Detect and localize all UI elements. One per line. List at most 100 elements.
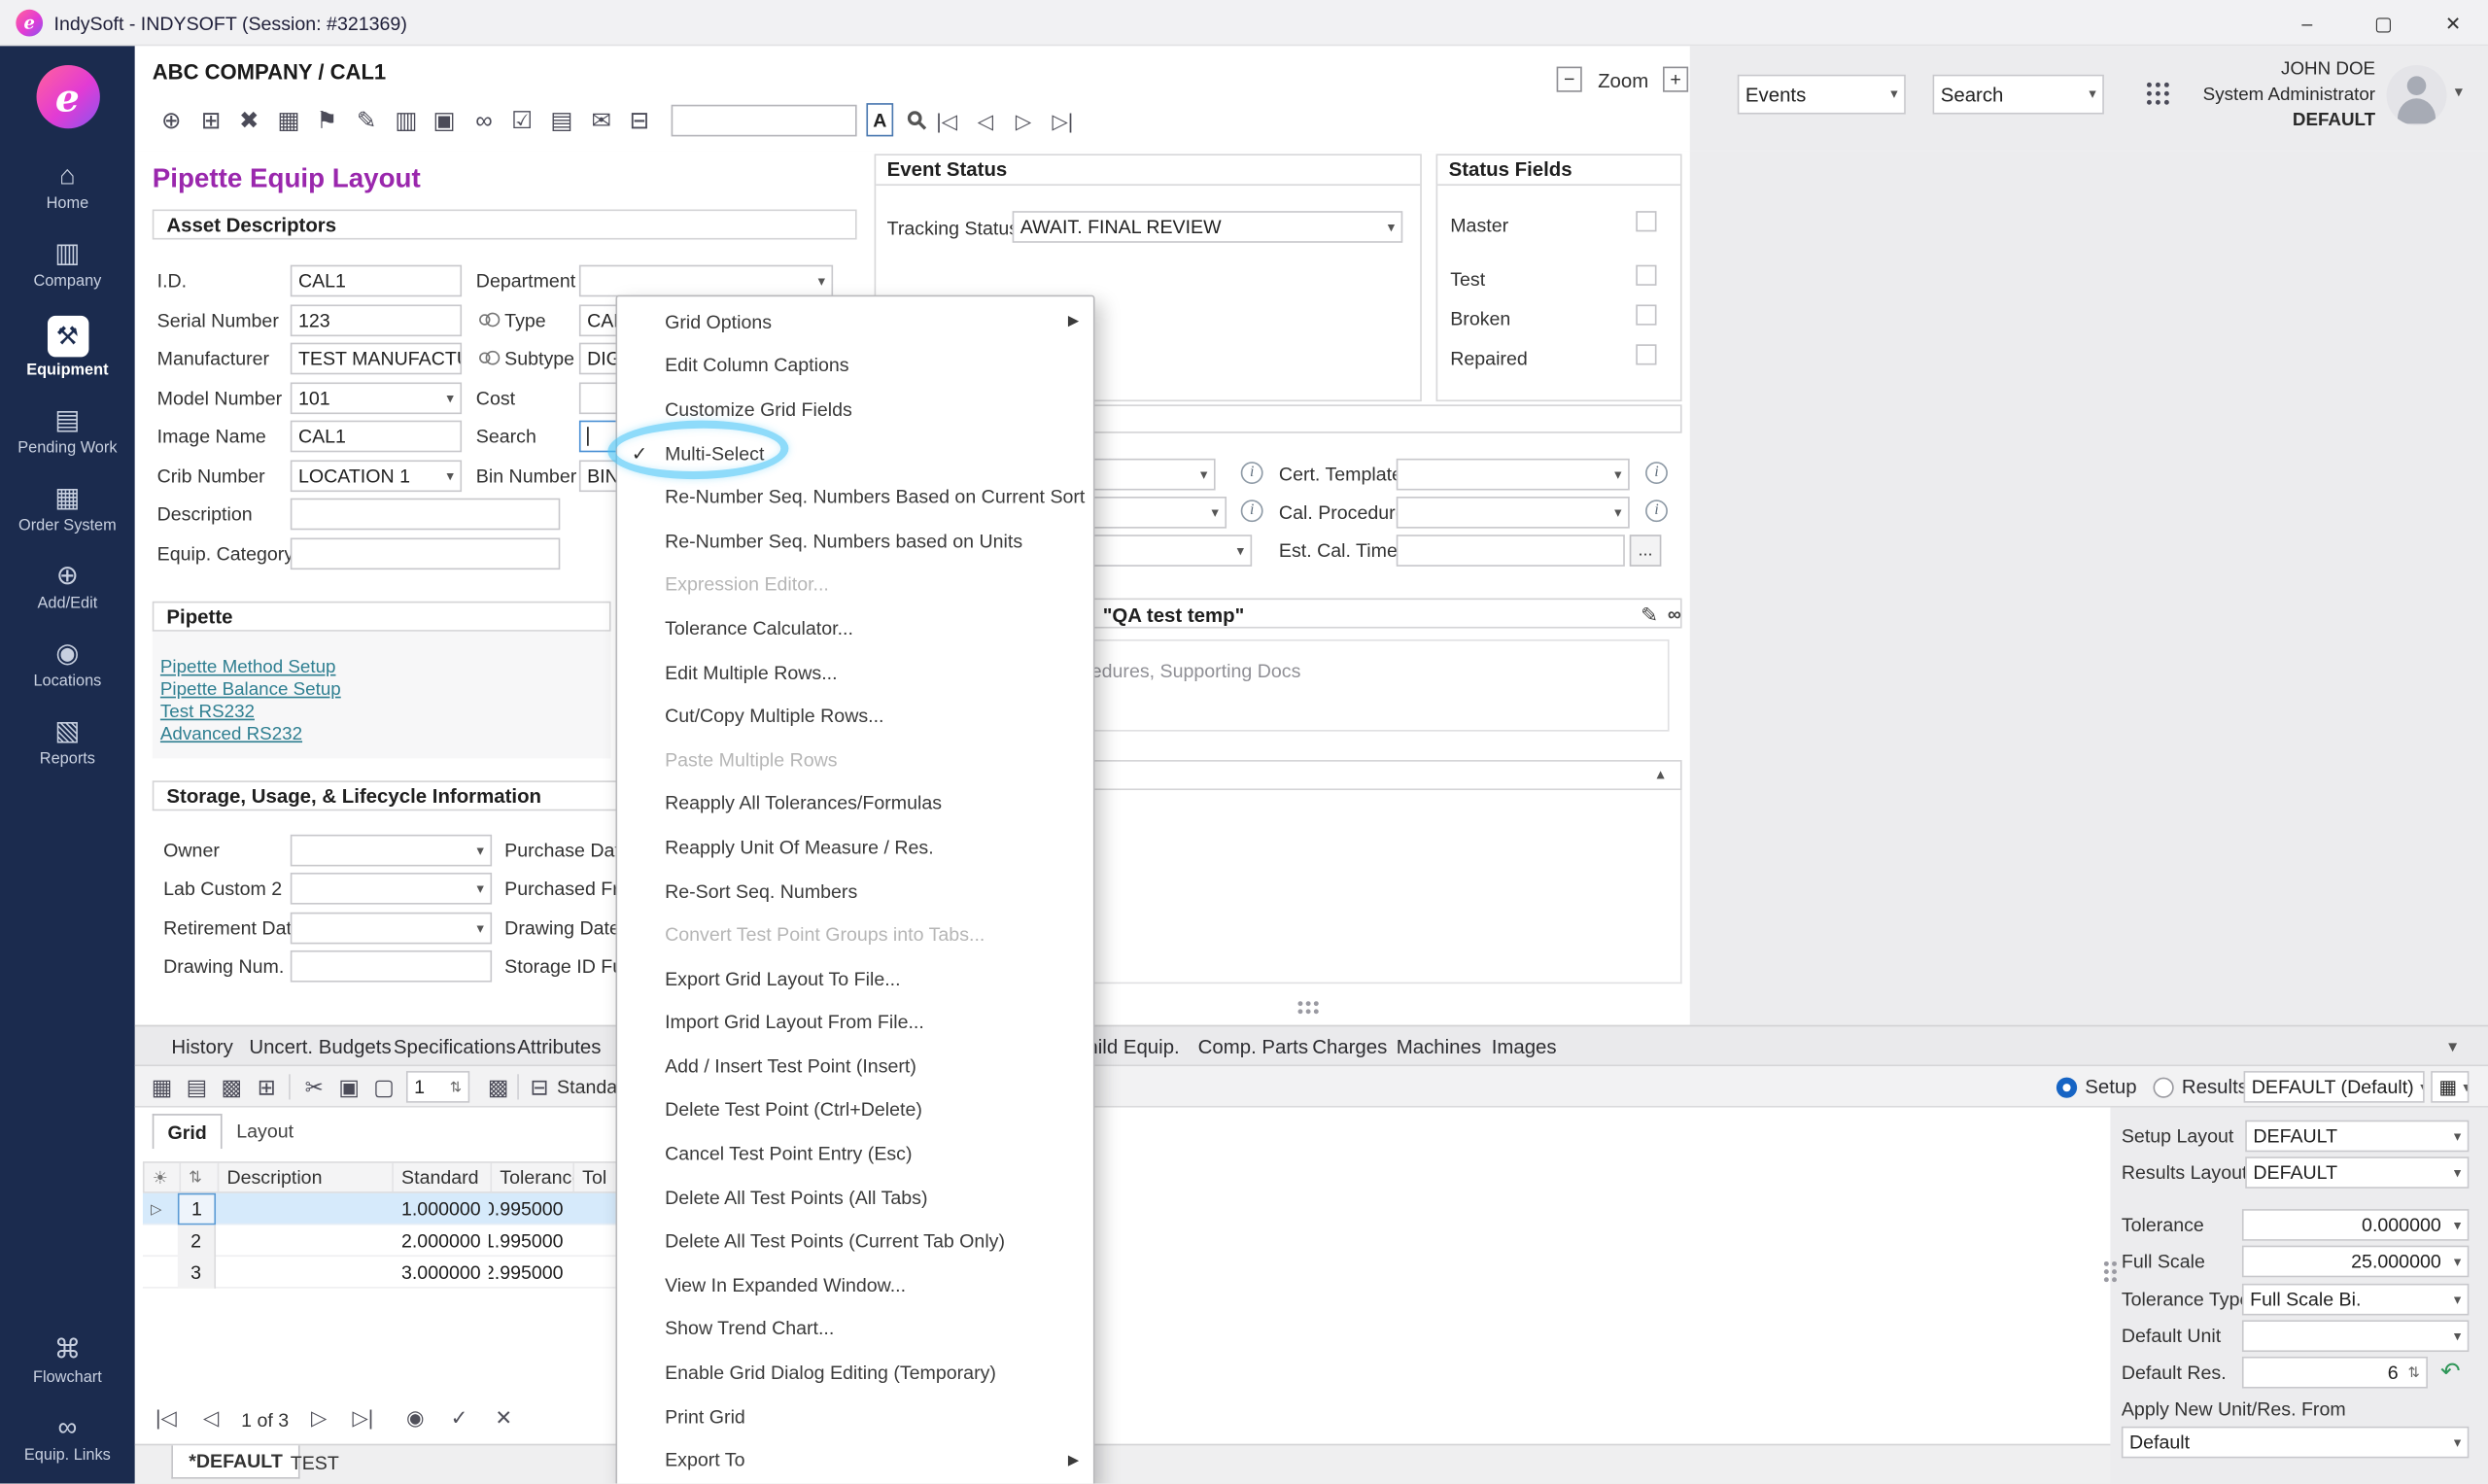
lab-custom-2-select[interactable] — [291, 873, 492, 905]
row-number-cell[interactable]: 1 — [178, 1193, 216, 1225]
repaired-checkbox[interactable] — [1636, 344, 1656, 364]
menu-item-export-to[interactable]: Export To ▶ — [617, 1438, 1093, 1482]
print-icon[interactable]: ▤ — [546, 105, 578, 137]
image-name-field[interactable]: CAL1 — [291, 421, 462, 453]
record-first-icon[interactable]: |◁ — [936, 110, 957, 135]
drawing-num-field[interactable] — [291, 950, 492, 983]
description-field[interactable] — [291, 499, 561, 531]
splitter-handle[interactable] — [1298, 1001, 1303, 1006]
model-number-select[interactable]: 101 — [291, 382, 462, 414]
template-link-icon[interactable]: ∞ — [1668, 603, 1681, 625]
menu-item-reapply-unit-of-measure[interactable]: Reapply Unit Of Measure / Res. — [617, 825, 1093, 869]
cell-description[interactable] — [216, 1193, 391, 1225]
menu-item-edit-multiple-rows[interactable]: Edit Multiple Rows... — [617, 650, 1093, 694]
standard-grid-icon[interactable]: ⊟ — [524, 1071, 556, 1103]
paste-rows-icon[interactable]: ▢ — [368, 1071, 400, 1103]
insert-grid-icon[interactable]: ⊞ — [251, 1071, 283, 1103]
menu-item-tolerance-calculator[interactable]: Tolerance Calculator... — [617, 606, 1093, 650]
tab-specifications[interactable]: Specifications — [394, 1036, 516, 1058]
tab-uncert-budgets[interactable]: Uncert. Budgets — [249, 1036, 391, 1058]
delete-icon[interactable]: ✖ — [233, 105, 265, 137]
cell-standard[interactable]: 2.000000 — [391, 1225, 489, 1257]
serial-number-field[interactable]: 123 — [291, 304, 462, 336]
cell-tolerance[interactable]: 2.995000 — [489, 1257, 571, 1289]
search-icon[interactable] — [908, 111, 922, 125]
advanced-rs232-link[interactable]: Advanced RS232 — [160, 725, 302, 744]
seq-spinner[interactable]: 1 ⇅ — [406, 1071, 469, 1103]
sidebar-item-pending-work[interactable]: ▤ Pending Work — [0, 404, 135, 457]
col-tolerance[interactable]: Tolerance — [490, 1163, 572, 1191]
sidebar-item-add-edit[interactable]: ⊕ Add/Edit — [0, 560, 135, 612]
tab-history[interactable]: History — [171, 1036, 233, 1058]
cell-description[interactable] — [216, 1225, 391, 1257]
info-icon[interactable]: i — [1645, 500, 1668, 522]
sidebar-item-equipment[interactable]: ⚒ Equipment — [0, 316, 135, 379]
menu-item-renumber-seq-current-sort[interactable]: Re-Number Seq. Numbers Based on Current … — [617, 475, 1093, 519]
default-res-stepper[interactable]: 6 ⇅ — [2242, 1357, 2428, 1389]
bookmark-icon[interactable]: ⚑ — [311, 105, 343, 137]
cell-description[interactable] — [216, 1257, 391, 1289]
calendar-edit-icon[interactable]: ▦ — [273, 105, 305, 137]
manufacturer-select[interactable]: TEST MANUFACTU — [291, 343, 462, 375]
table-row[interactable]: ▷ 1 1.000000 0.995000 — [143, 1193, 690, 1225]
tab-machines[interactable]: Machines — [1397, 1036, 1481, 1058]
row-view-icon[interactable]: ▤ — [181, 1071, 213, 1103]
cell-tolerance[interactable]: 1.995000 — [489, 1225, 571, 1257]
group-grid-icon[interactable]: ▩ — [482, 1071, 514, 1103]
menu-item-grid-options[interactable]: Grid Options ▶ — [617, 300, 1093, 344]
sidebar-item-flowchart[interactable]: ⌘ Flowchart — [0, 1334, 135, 1387]
search-dropdown[interactable]: Search — [1933, 75, 2104, 115]
menu-item-delete-all-test-points-current-tab[interactable]: Delete All Test Points (Current Tab Only… — [617, 1220, 1093, 1263]
cell-standard[interactable]: 1.000000 — [391, 1193, 489, 1225]
menu-item-resort-seq-numbers[interactable]: Re-Sort Seq. Numbers — [617, 869, 1093, 913]
id-field[interactable]: CAL1 — [291, 265, 462, 297]
apps-grid-icon[interactable] — [2147, 83, 2152, 87]
master-checkbox[interactable] — [1636, 211, 1656, 231]
tab-layout[interactable]: Layout — [225, 1114, 305, 1149]
cut-icon[interactable]: ✂ — [298, 1071, 330, 1103]
spinner-arrows-icon[interactable]: ⇅ — [450, 1078, 462, 1095]
layout-grid-button[interactable]: ▦ — [2431, 1071, 2469, 1103]
toolbar-filter-input[interactable] — [672, 105, 857, 137]
sidebar-item-equip-links[interactable]: ∞ Equip. Links — [0, 1412, 135, 1465]
tolerance-type-select[interactable]: Full Scale Bi. — [2242, 1284, 2469, 1316]
grid-last-icon[interactable]: ▷| — [352, 1406, 373, 1432]
est-cal-time-ellipsis-button[interactable]: ... — [1630, 535, 1662, 567]
sidebar-item-home[interactable]: ⌂ Home — [0, 160, 135, 213]
cell-tolerance[interactable]: 0.995000 — [489, 1193, 571, 1225]
menu-item-print-grid[interactable]: Print Grid — [617, 1395, 1093, 1438]
restore-button[interactable]: ▢ — [2348, 0, 2418, 46]
owner-select[interactable] — [291, 835, 492, 867]
spinner-arrows-icon[interactable]: ⇅ — [2407, 1363, 2419, 1381]
tab-attributes[interactable]: Attributes — [517, 1036, 601, 1058]
cal-procedure-select[interactable] — [1397, 497, 1630, 529]
menu-item-view-in-expanded-window[interactable]: View In Expanded Window... — [617, 1263, 1093, 1307]
cert-template-select[interactable] — [1397, 459, 1630, 491]
cancel-x-icon[interactable]: ✕ — [495, 1406, 512, 1432]
sidebar-item-order-system[interactable]: ▦ Order System — [0, 482, 135, 535]
link-icon[interactable]: ∞ — [468, 105, 501, 137]
pipette-method-setup-link[interactable]: Pipette Method Setup — [160, 659, 336, 678]
results-layout-select[interactable]: DEFAULT — [2245, 1156, 2469, 1189]
sort-icon[interactable]: ⇅ — [179, 1163, 217, 1191]
test-checkbox[interactable] — [1636, 265, 1656, 286]
menu-item-renumber-seq-units[interactable]: Re-Number Seq. Numbers based on Units — [617, 519, 1093, 563]
checklist-icon[interactable]: ☑ — [506, 105, 538, 137]
est-cal-time-field[interactable] — [1397, 535, 1625, 567]
user-chevron-icon[interactable]: ▾ — [2455, 85, 2463, 102]
panel-drag-handle[interactable] — [2104, 1261, 2109, 1266]
tabs-chevron-icon[interactable]: ▾ — [2448, 1036, 2457, 1056]
department-select[interactable] — [579, 265, 833, 297]
close-button[interactable]: ✕ — [2418, 0, 2488, 46]
edit-icon[interactable]: ✎ — [351, 105, 383, 137]
preview-eye-icon[interactable]: ◉ — [406, 1406, 425, 1432]
equip-category-field[interactable] — [291, 537, 561, 569]
record-last-icon[interactable]: ▷| — [1052, 110, 1073, 135]
table-row[interactable]: 3 3.000000 2.995000 — [143, 1257, 690, 1289]
menu-item-import-grid-layout[interactable]: Import Grid Layout From File... — [617, 1000, 1093, 1044]
tolerance-select[interactable]: 0.000000 — [2242, 1209, 2469, 1241]
table-row[interactable]: 2 2.000000 1.995000 — [143, 1225, 690, 1257]
sidebar-item-reports[interactable]: ▧ Reports — [0, 715, 135, 768]
grid-view-icon[interactable]: ▦ — [146, 1071, 178, 1103]
record-prev-icon[interactable]: ◁ — [978, 110, 993, 135]
